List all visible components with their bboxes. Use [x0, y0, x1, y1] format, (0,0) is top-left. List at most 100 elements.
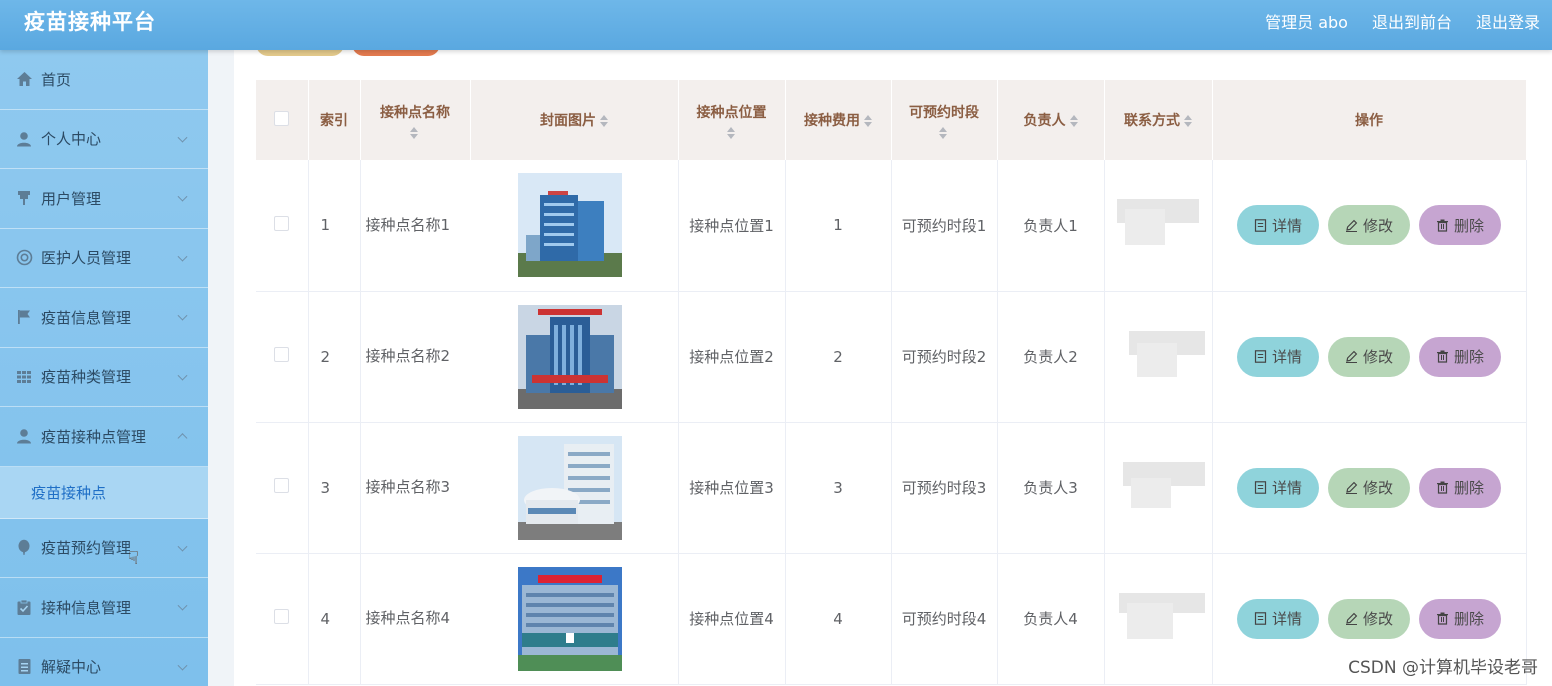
col-location[interactable]: 接种点位置: [678, 80, 786, 160]
sidebar-item-vaccine-info[interactable]: 疫苗信息管理: [0, 288, 208, 348]
edit-button[interactable]: 修改: [1328, 467, 1410, 508]
trash-icon: [1436, 350, 1448, 363]
row-checkbox[interactable]: [274, 478, 290, 493]
search-button[interactable]: [256, 50, 344, 56]
user-icon: [15, 130, 33, 148]
sidebar-item-vaccine-appointment[interactable]: 疫苗预约管理: [0, 519, 208, 578]
row-index: 2: [308, 291, 361, 423]
row-fee: 1: [785, 160, 892, 292]
row-manager: 负责人1: [997, 160, 1105, 292]
row-slot: 可预约时段4: [891, 553, 998, 685]
sort-icon[interactable]: [726, 126, 737, 139]
row-name: 接种点名称1: [365, 215, 451, 234]
pencil-icon: [1345, 219, 1358, 232]
detail-button[interactable]: 详情: [1237, 336, 1319, 377]
chevron-down-icon: [177, 191, 188, 202]
sidebar-item-vaccination-info[interactable]: 接种信息管理: [0, 578, 208, 638]
pencil-icon: [1345, 481, 1358, 494]
row-manager: 负责人4: [997, 553, 1105, 685]
sidebar: 首页 个人中心 用户管理 医护人员管理 疫苗信息管理 疫苗种类管理 疫苗接种点管…: [0, 50, 208, 686]
sort-icon[interactable]: [1184, 115, 1192, 127]
edit-button[interactable]: 修改: [1328, 205, 1410, 246]
select-all-checkbox[interactable]: [274, 110, 290, 126]
sort-icon[interactable]: [939, 126, 949, 139]
sidebar-item-vaccine-types[interactable]: 疫苗种类管理: [0, 348, 208, 407]
select-all-cell: [256, 80, 309, 160]
delete-button[interactable]: 删除: [1419, 598, 1501, 639]
sidebar-item-label: 疫苗预约管理: [41, 539, 132, 558]
logout-link[interactable]: 退出登录: [1476, 9, 1540, 33]
sort-icon[interactable]: [1069, 115, 1078, 127]
row-manager: 负责人3: [997, 422, 1105, 554]
cover-image[interactable]: [518, 435, 623, 540]
pin-icon: [15, 189, 33, 207]
hand-cursor-icon: ☟: [128, 548, 139, 569]
detail-button[interactable]: 详情: [1237, 205, 1319, 246]
col-name[interactable]: 接种点名称: [360, 80, 471, 160]
row-checkbox[interactable]: [274, 609, 290, 624]
contact-blurred: [1117, 327, 1205, 383]
grid-icon: [15, 368, 33, 386]
col-cover[interactable]: 封面图片: [470, 80, 679, 160]
batch-delete-button[interactable]: [352, 50, 440, 56]
delete-button[interactable]: 删除: [1419, 467, 1501, 508]
edit-button[interactable]: 修改: [1328, 598, 1410, 639]
row-checkbox[interactable]: [274, 347, 290, 362]
contact-blurred: [1117, 195, 1199, 251]
row-location: 接种点位置4: [678, 553, 786, 685]
col-manager[interactable]: 负责人: [997, 80, 1105, 160]
row-index: 4: [308, 553, 361, 685]
table-row: 1 接种点名称1 接种点位置1 1 可预约时段1 负责人1 详情 修改 删除: [256, 160, 1527, 292]
sidebar-item-label: 疫苗信息管理: [41, 308, 132, 327]
sort-icon[interactable]: [600, 115, 608, 127]
delete-button[interactable]: 删除: [1419, 336, 1501, 377]
header-actions: 管理员 abo 退出到前台 退出登录: [1265, 9, 1540, 33]
chevron-down-icon: [177, 600, 188, 611]
col-slot[interactable]: 可预约时段: [891, 80, 998, 160]
row-slot: 可预约时段2: [891, 291, 998, 423]
delete-button[interactable]: 删除: [1419, 205, 1501, 246]
trash-icon: [1436, 219, 1448, 232]
sidebar-item-medical-staff[interactable]: 医护人员管理: [0, 229, 208, 288]
sidebar-item-label: 接种信息管理: [41, 598, 132, 617]
row-fee: 3: [785, 422, 892, 554]
row-checkbox[interactable]: [274, 215, 290, 231]
chevron-down-icon: [177, 251, 188, 262]
col-contact[interactable]: 联系方式: [1104, 80, 1213, 160]
detail-button[interactable]: 详情: [1237, 598, 1319, 639]
sort-icon[interactable]: [864, 115, 872, 127]
cover-image[interactable]: [518, 304, 623, 409]
row-actions: 详情 修改 删除: [1213, 336, 1526, 377]
row-actions: 详情 修改 删除: [1213, 205, 1526, 246]
back-to-front-link[interactable]: 退出到前台: [1372, 9, 1452, 33]
submenu-item-vaccination-point[interactable]: 疫苗接种点: [0, 466, 208, 519]
pencil-icon: [1345, 350, 1358, 363]
col-fee[interactable]: 接种费用: [785, 80, 892, 160]
sidebar-item-label: 个人中心: [41, 130, 102, 149]
clipboard-check-icon: [15, 598, 33, 616]
pencil-icon: [1345, 612, 1358, 625]
contact-blurred: [1117, 458, 1205, 514]
cover-image[interactable]: [518, 173, 623, 278]
row-fee: 4: [785, 553, 892, 685]
chevron-down-icon: [177, 370, 188, 381]
sidebar-item-home[interactable]: 首页: [0, 50, 208, 110]
chevron-down-icon: [177, 660, 188, 671]
sidebar-item-user-management[interactable]: 用户管理: [0, 169, 208, 229]
admin-user-label: 管理员 abo: [1265, 13, 1348, 32]
detail-button[interactable]: 详情: [1237, 467, 1319, 508]
sort-icon[interactable]: [410, 126, 420, 139]
sidebar-item-vaccination-points[interactable]: 疫苗接种点管理: [0, 407, 208, 467]
flag-icon: [15, 308, 33, 326]
lifebuoy-icon: [15, 249, 33, 267]
sidebar-item-qa-center[interactable]: 解疑中心: [0, 638, 208, 686]
sidebar-item-label: 用户管理: [41, 189, 102, 208]
edit-button[interactable]: 修改: [1328, 336, 1410, 377]
row-manager: 负责人2: [997, 291, 1105, 423]
cover-image[interactable]: [518, 566, 623, 671]
sidebar-item-personal-center[interactable]: 个人中心: [0, 110, 208, 169]
main-content: 索引 接种点名称 封面图片 接种点位置 接种费用 可预约时段 负责人 联系方式 …: [208, 50, 1552, 686]
content-panel: 索引 接种点名称 封面图片 接种点位置 接种费用 可预约时段 负责人 联系方式 …: [234, 50, 1552, 686]
sidebar-item-label: 解疑中心: [41, 658, 102, 677]
document-icon: [15, 658, 33, 676]
